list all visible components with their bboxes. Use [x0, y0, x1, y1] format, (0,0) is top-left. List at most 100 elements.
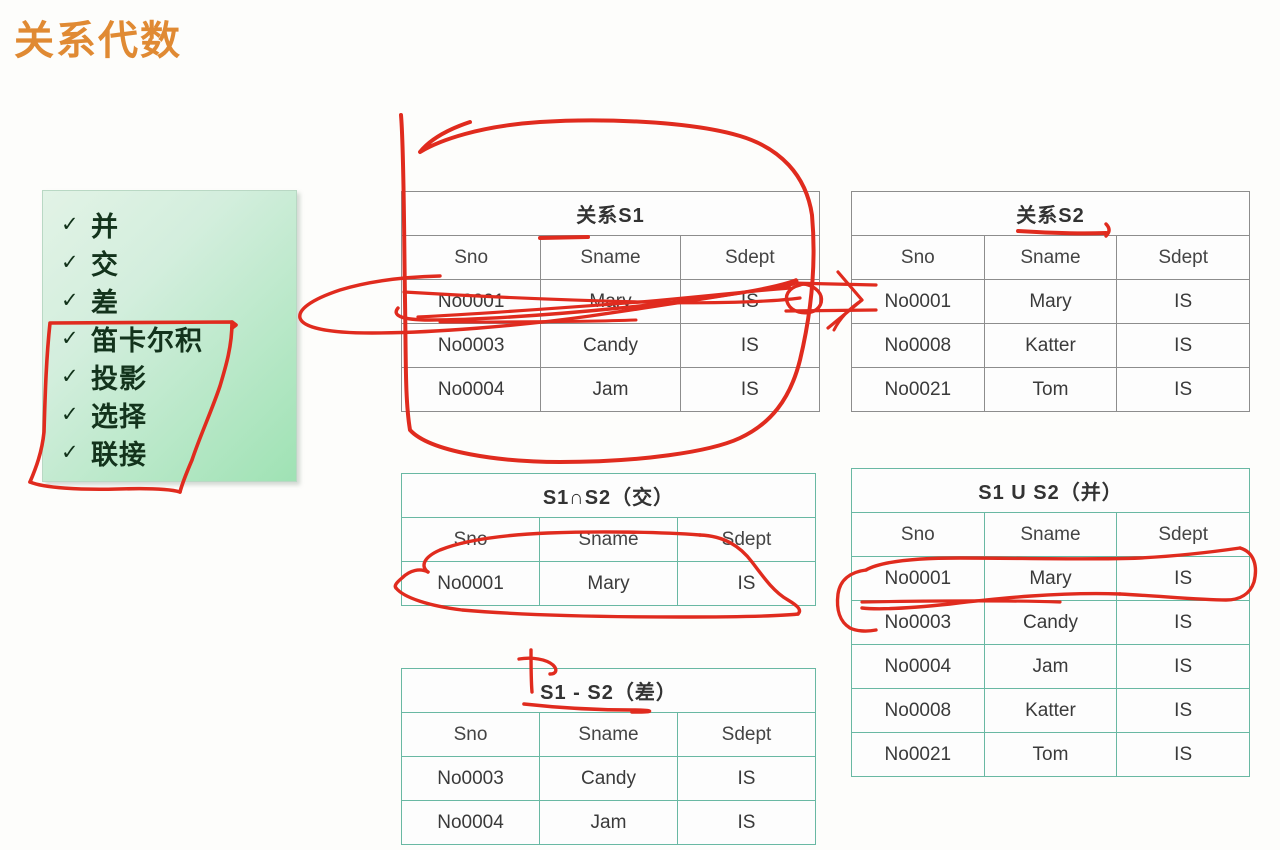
table-row: No0008 Katter IS	[851, 323, 1250, 368]
column-header-sname: Sname	[539, 712, 678, 757]
cell-sname: Jam	[539, 800, 678, 845]
table-caption: S1∩S2（交）	[401, 473, 816, 518]
cell-sno: No0001	[401, 561, 540, 606]
column-header-sno: Sno	[401, 712, 540, 757]
table-row: No0001 Mary IS	[401, 561, 816, 606]
operator-label: 差	[91, 287, 119, 318]
table-caption-row: 关系S1	[401, 191, 820, 236]
table-header-row: Sno Sname Sdept	[851, 512, 1250, 557]
column-header-sno: Sno	[401, 517, 540, 562]
cell-sno: No0001	[400, 279, 542, 324]
cell-sname: Candy	[540, 323, 681, 368]
table-row: No0004 Jam IS	[400, 367, 821, 412]
table-relation-s2: 关系S2 Sno Sname Sdept No0001 Mary IS No00…	[851, 191, 1250, 412]
cell-sno: No0021	[851, 367, 985, 412]
column-header-sname: Sname	[539, 517, 678, 562]
list-item: ✓ 差	[61, 281, 296, 319]
column-header-sdept: Sdept	[677, 517, 816, 562]
table-caption: 关系S2	[851, 191, 1250, 236]
list-item: ✓ 并	[61, 205, 296, 243]
cell-sno: No0021	[851, 732, 985, 777]
list-item: ✓ 交	[61, 243, 296, 281]
cell-sname: Mary	[539, 561, 678, 606]
cell-sdept: IS	[679, 323, 821, 368]
cell-sname: Katter	[983, 323, 1118, 368]
table-intersection: S1∩S2（交） Sno Sname Sdept No0001 Mary IS	[401, 473, 816, 606]
cell-sdept: IS	[677, 756, 816, 801]
cell-sdept: IS	[677, 561, 816, 606]
cell-sno: No0004	[401, 800, 540, 845]
table-caption: S1 U S2（并）	[851, 468, 1250, 513]
cell-sname: Mary	[540, 279, 681, 324]
table-row: No0008 Katter IS	[851, 688, 1250, 733]
cell-sname: Katter	[983, 688, 1118, 733]
list-item: ✓ 选择	[61, 395, 296, 433]
check-icon: ✓	[61, 364, 79, 388]
operator-label: 并	[91, 211, 119, 242]
table-row: No0021 Tom IS	[851, 367, 1250, 412]
cell-sno: No0008	[851, 688, 985, 733]
table-row: No0003 Candy IS	[400, 323, 821, 368]
column-header-sname: Sname	[983, 512, 1118, 557]
cell-sname: Mary	[983, 279, 1118, 324]
table-row: No0001 Mary IS	[851, 556, 1250, 601]
table-header-row: Sno Sname Sdept	[851, 235, 1250, 280]
cell-sname: Tom	[983, 367, 1118, 412]
cell-sname: Candy	[983, 600, 1118, 645]
cell-sdept: IS	[1116, 556, 1250, 601]
page-title: 关系代数	[14, 18, 182, 63]
check-icon: ✓	[61, 440, 79, 464]
cell-sno: No0003	[401, 756, 540, 801]
check-icon: ✓	[61, 288, 79, 312]
relational-operators-box: ✓ 并 ✓ 交 ✓ 差 ✓ 笛卡尔积 ✓ 投影 ✓ 选择 ✓ 联接	[42, 190, 297, 482]
cell-sno: No0004	[400, 367, 542, 412]
list-item: ✓ 笛卡尔积	[61, 319, 296, 357]
check-icon: ✓	[61, 212, 79, 236]
table-relation-s1: 关系S1 Sno Sname Sdept No0001 Mary IS No00…	[400, 191, 821, 412]
table-row: No0003 Candy IS	[851, 600, 1250, 645]
cell-sname: Jam	[983, 644, 1118, 689]
table-row: No0001 Mary IS	[400, 279, 821, 324]
table-caption-row: S1 - S2（差）	[401, 668, 816, 713]
operator-label: 笛卡尔积	[91, 325, 203, 356]
cell-sno: No0001	[851, 279, 985, 324]
cell-sname: Jam	[540, 367, 681, 412]
bracket-bottom-edge-icon	[28, 480, 182, 494]
column-header-sdept: Sdept	[677, 712, 816, 757]
column-header-sno: Sno	[851, 512, 985, 557]
table-caption: S1 - S2（差）	[401, 668, 816, 713]
column-header-sdept: Sdept	[1116, 235, 1250, 280]
check-icon: ✓	[61, 250, 79, 274]
cell-sdept: IS	[1116, 323, 1250, 368]
list-item: ✓ 投影	[61, 357, 296, 395]
cell-sdept: IS	[677, 800, 816, 845]
column-header-sno: Sno	[400, 235, 542, 280]
column-header-sdept: Sdept	[1116, 512, 1250, 557]
cell-sdept: IS	[1116, 367, 1250, 412]
cell-sdept: IS	[1116, 600, 1250, 645]
cell-sdept: IS	[679, 279, 821, 324]
column-header-sdept: Sdept	[679, 235, 821, 280]
operator-label: 投影	[91, 363, 147, 394]
operator-label: 联接	[91, 439, 147, 470]
table-row: No0021 Tom IS	[851, 732, 1250, 777]
cell-sdept: IS	[1116, 644, 1250, 689]
cell-sno: No0008	[851, 323, 985, 368]
cell-sname: Tom	[983, 732, 1118, 777]
table-caption-row: S1 U S2（并）	[851, 468, 1250, 513]
column-header-sname: Sname	[983, 235, 1118, 280]
check-icon: ✓	[61, 326, 79, 350]
column-header-sno: Sno	[851, 235, 985, 280]
table-caption-row: S1∩S2（交）	[401, 473, 816, 518]
cell-sname: Candy	[539, 756, 678, 801]
cell-sdept: IS	[679, 367, 821, 412]
table-union: S1 U S2（并） Sno Sname Sdept No0001 Mary I…	[851, 468, 1250, 777]
table-row: No0003 Candy IS	[401, 756, 816, 801]
table-caption: 关系S1	[401, 191, 820, 236]
cell-sdept: IS	[1116, 688, 1250, 733]
table-header-row: Sno Sname Sdept	[401, 517, 816, 562]
cell-sno: No0001	[851, 556, 985, 601]
cell-sdept: IS	[1116, 279, 1250, 324]
operator-label: 选择	[91, 401, 147, 432]
cell-sno: No0003	[851, 600, 985, 645]
